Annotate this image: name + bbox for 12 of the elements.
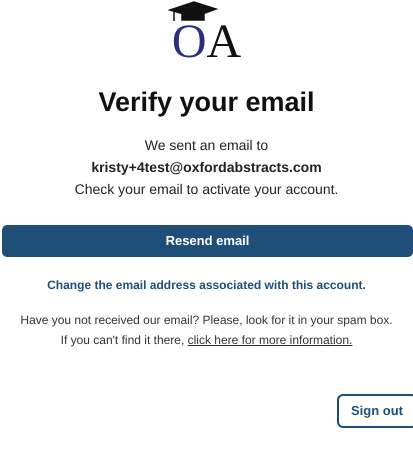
message-text: Check your email to activate your account. [74,180,338,199]
change-email-link[interactable]: Change the email address associated with this account. [47,276,366,294]
message-text: We sent an email to [144,136,268,155]
graduation-cap-icon [168,0,218,22]
logo-letter: A [206,18,242,66]
more-information-link[interactable]: click here for more information. [188,332,352,347]
sign-out-button[interactable]: Sign out [337,394,413,428]
page-title: Verify your email [98,86,315,119]
logo-letter: O [172,18,206,66]
email-address: kristy+4test@oxfordabstracts.com [91,158,322,177]
resend-email-button[interactable]: Resend email [2,224,413,257]
help-text: Have you not received our email? Please, look for it in your spam box. If you can't find it there, click here for more information. [19,312,394,349]
